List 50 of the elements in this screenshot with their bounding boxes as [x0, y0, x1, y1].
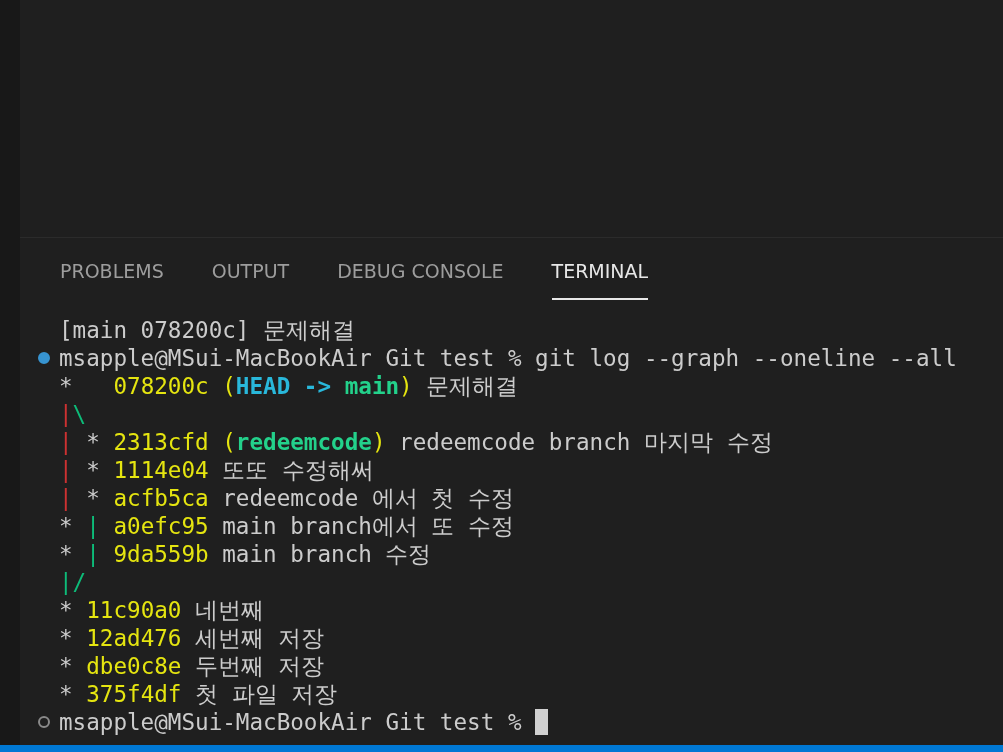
terminal-text: ) [371, 429, 386, 455]
terminal-text: * [59, 625, 74, 651]
terminal-text: | [59, 429, 73, 455]
terminal-text: main branch 수정 [221, 539, 432, 569]
terminal-text: * [59, 653, 74, 679]
terminal-text: * [59, 597, 74, 623]
panel-tab[interactable]: DEBUG CONSOLE [337, 258, 504, 300]
terminal-text: 두번째 저장 [194, 651, 324, 681]
terminal-text: [main 078200c] 문제해결 [59, 315, 356, 345]
terminal-text: * [59, 681, 74, 707]
terminal-text: msapple@MSui-MacBookAir Git test % git log --graph --oneline --all [59, 345, 957, 371]
terminal-text: * [85, 457, 101, 483]
terminal-text: | [86, 541, 100, 567]
terminal-text: 375f4df [86, 681, 182, 707]
terminal-text: HEAD -> [235, 373, 333, 399]
terminal-text: * [85, 429, 101, 455]
terminal-text: redeemcode [235, 429, 372, 455]
terminal-text: * [85, 485, 101, 511]
terminal-text: 9da559b [112, 541, 209, 567]
panel-tab[interactable]: OUTPUT [211, 258, 290, 300]
terminal-text: main [344, 373, 400, 399]
terminal-text: 078200c ( [113, 373, 236, 399]
terminal-text: 1114e04 [113, 457, 209, 483]
terminal-text: 12ad476 [86, 625, 182, 651]
panel-tab[interactable]: PROBLEMS [60, 258, 164, 300]
terminal-text: 문제해결 [425, 371, 519, 401]
terminal-text: | [59, 457, 73, 483]
terminal-text: * [59, 373, 74, 399]
terminal-text: 세번째 저장 [194, 623, 324, 653]
terminal-text: 2313cfd ( [113, 429, 236, 455]
terminal-text: redeemcode 에서 첫 수정 [221, 483, 515, 513]
terminal-text: 11c90a0 [86, 597, 182, 623]
terminal-text: |/ [59, 569, 87, 595]
terminal-text: | [59, 401, 73, 427]
terminal-text: acfb5ca [113, 485, 209, 511]
terminal-text: a0efc95 [112, 513, 209, 539]
panel-tab[interactable]: TERMINAL [551, 258, 649, 300]
terminal-text: * [59, 513, 74, 539]
terminal-text: dbe0c8e [86, 653, 182, 679]
terminal-text: ) [399, 373, 413, 399]
terminal-text: 또또 수정해써 [221, 455, 374, 485]
terminal-text: 네번째 [194, 595, 265, 625]
terminal-text: 첫 파일 저장 [194, 679, 338, 709]
terminal-text: main branch에서 또 수정 [221, 511, 515, 541]
terminal-text: | [59, 485, 73, 511]
terminal-text: \ [72, 401, 87, 427]
terminal-text: | [86, 513, 100, 539]
terminal-text: msapple@MSui-MacBookAir Git test % [59, 709, 523, 735]
terminal-text: * [59, 541, 74, 567]
terminal-text: redeemcode branch 마지막 수정 [398, 427, 773, 457]
